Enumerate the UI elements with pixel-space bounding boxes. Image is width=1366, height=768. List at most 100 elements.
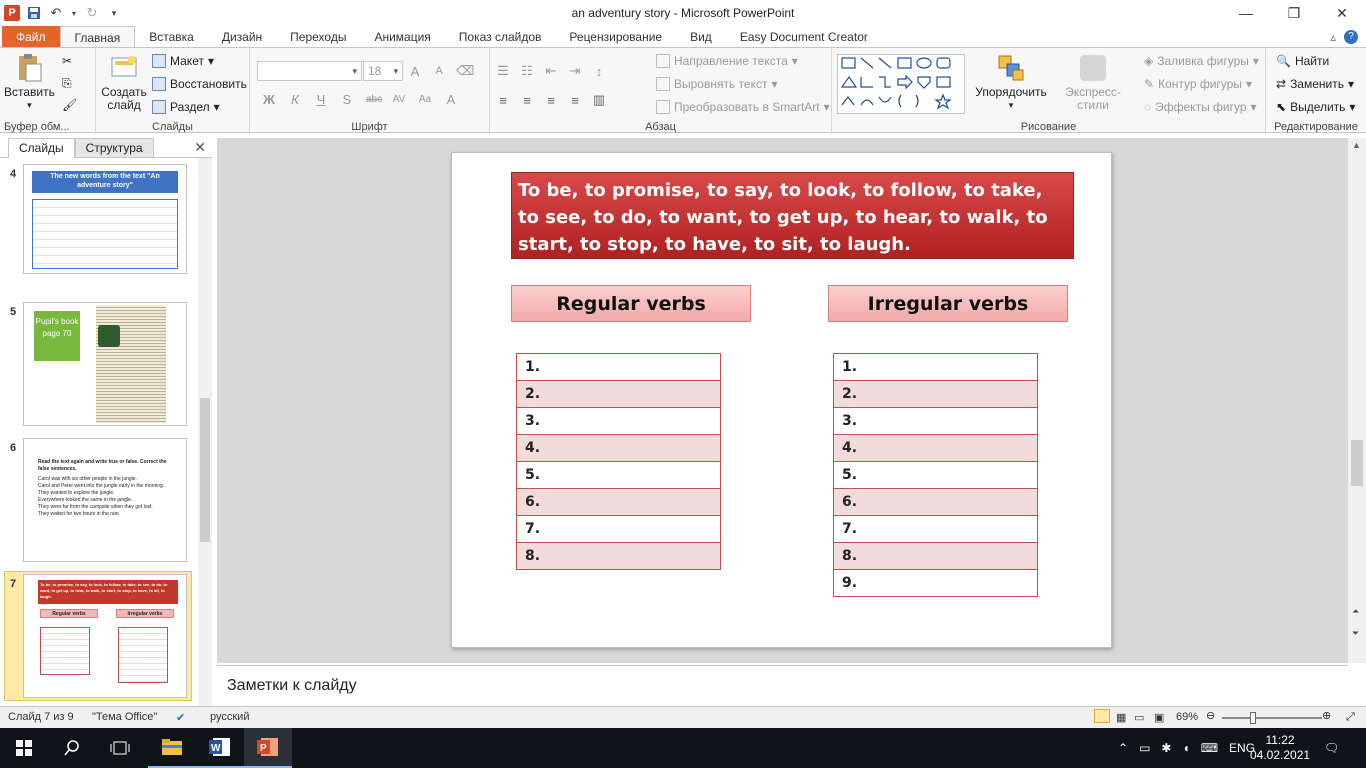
smartart-button[interactable]: Преобразовать в SmartArt ▾ bbox=[656, 100, 830, 114]
save-icon[interactable] bbox=[26, 5, 42, 21]
new-slide-button[interactable]: Создать слайд bbox=[101, 52, 147, 112]
irregular-row[interactable]: 7. bbox=[833, 515, 1038, 543]
regular-row[interactable]: 2. bbox=[516, 380, 721, 408]
zoom-slider-knob[interactable] bbox=[1250, 712, 1256, 724]
tab-review[interactable]: Рецензирование bbox=[555, 26, 676, 48]
irregular-row[interactable]: 2. bbox=[833, 380, 1038, 408]
thumbnail-slide-6[interactable]: 6 Read the text again and write true or … bbox=[0, 438, 198, 564]
font-size-combo[interactable]: 18 ▾ bbox=[363, 61, 403, 81]
spellcheck-icon[interactable]: ✔ bbox=[176, 711, 185, 724]
grow-font-icon[interactable]: A bbox=[408, 64, 422, 79]
editor-scrollbar[interactable]: ▲ ⏶ ⏷ bbox=[1348, 138, 1366, 663]
select-button[interactable]: ⬉ Выделить ▾ bbox=[1276, 100, 1355, 114]
theme-name[interactable]: "Тема Office" bbox=[92, 711, 157, 723]
regular-row[interactable]: 5. bbox=[516, 461, 721, 489]
thumbnails-scroll-thumb[interactable] bbox=[200, 398, 210, 542]
redo-icon[interactable]: ↻ bbox=[84, 5, 100, 21]
line-spacing-icon[interactable]: ↕ bbox=[592, 64, 606, 79]
font-color-icon[interactable]: A bbox=[444, 92, 458, 107]
irregular-row[interactable]: 1. bbox=[833, 353, 1038, 381]
tab-view[interactable]: Вид bbox=[676, 26, 726, 48]
bullets-icon[interactable]: ☰ bbox=[496, 63, 510, 79]
regular-row[interactable]: 7. bbox=[516, 515, 721, 543]
irregular-cell[interactable]: 6. bbox=[833, 488, 1038, 516]
align-right-icon[interactable]: ≡ bbox=[544, 93, 558, 108]
thumbnail-slide-4[interactable]: 4 The new words from the text "An advent… bbox=[0, 164, 198, 284]
network-icon[interactable]: ✱ bbox=[1161, 741, 1171, 755]
irregular-row[interactable]: 9. bbox=[833, 569, 1038, 597]
customize-qat-icon[interactable]: ▾ bbox=[106, 5, 122, 21]
irregular-cell[interactable]: 3. bbox=[833, 407, 1038, 435]
regular-cell[interactable]: 7. bbox=[516, 515, 721, 543]
regular-cell[interactable]: 8. bbox=[516, 542, 721, 570]
align-left-icon[interactable]: ≡ bbox=[496, 93, 510, 108]
close-panel-icon[interactable]: ✕ bbox=[194, 139, 206, 156]
irregular-cell[interactable]: 7. bbox=[833, 515, 1038, 543]
notes-pane[interactable]: Заметки к слайду bbox=[217, 665, 1348, 705]
tray-overflow-icon[interactable]: ⌃ bbox=[1118, 741, 1128, 755]
word-icon[interactable]: W bbox=[196, 728, 244, 768]
irregular-cell[interactable]: 4. bbox=[833, 434, 1038, 462]
clock[interactable]: 11:22 04.02.2021 bbox=[1250, 728, 1310, 768]
verbs-text-box[interactable]: To be, to promise, to say, to look, to f… bbox=[511, 172, 1074, 259]
replace-button[interactable]: ⇄ Заменить ▾ bbox=[1276, 77, 1354, 91]
layout-button[interactable]: Макет ▾ bbox=[152, 54, 214, 68]
columns-icon[interactable]: ▥ bbox=[592, 92, 606, 108]
irregular-row[interactable]: 5. bbox=[833, 461, 1038, 489]
thumbnail-slide-5[interactable]: 5 Pupil's book page 70 bbox=[0, 302, 198, 428]
irregular-cell[interactable]: 9. bbox=[833, 569, 1038, 597]
language[interactable]: русский bbox=[210, 711, 249, 723]
reset-button[interactable]: Восстановить bbox=[152, 77, 247, 91]
zoom-in-icon[interactable]: ⊕ bbox=[1322, 709, 1331, 722]
battery-icon[interactable]: ▭ bbox=[1139, 741, 1150, 755]
italic-icon[interactable]: К bbox=[288, 92, 302, 107]
powerpoint-taskbar-icon[interactable]: P bbox=[244, 728, 292, 768]
regular-row[interactable]: 3. bbox=[516, 407, 721, 435]
shapes-gallery[interactable] bbox=[837, 54, 965, 114]
regular-cell[interactable]: 3. bbox=[516, 407, 721, 435]
format-painter-icon[interactable]: 🖌 bbox=[62, 98, 77, 112]
arrange-button[interactable]: Упорядочить ▾ bbox=[975, 52, 1047, 112]
notifications-icon[interactable]: 🗨 bbox=[1324, 728, 1339, 768]
regular-cell[interactable]: 5. bbox=[516, 461, 721, 489]
regular-cell[interactable]: 2. bbox=[516, 380, 721, 408]
undo-icon[interactable]: ↶ bbox=[48, 5, 64, 21]
regular-row[interactable]: 6. bbox=[516, 488, 721, 516]
regular-cell[interactable]: 6. bbox=[516, 488, 721, 516]
align-center-icon[interactable]: ≡ bbox=[520, 93, 534, 108]
normal-view-icon[interactable] bbox=[1094, 709, 1110, 723]
find-button[interactable]: 🔍 Найти bbox=[1276, 54, 1329, 68]
tab-insert[interactable]: Вставка bbox=[135, 26, 208, 48]
undo-dropdown-icon[interactable]: ▾ bbox=[70, 5, 78, 21]
tab-file[interactable]: Файл bbox=[2, 26, 60, 48]
slide-canvas[interactable]: To be, to promise, to say, to look, to f… bbox=[451, 152, 1112, 648]
regular-cell[interactable]: 1. bbox=[516, 353, 721, 381]
irregular-cell[interactable]: 1. bbox=[833, 353, 1038, 381]
tab-animation[interactable]: Анимация bbox=[360, 26, 444, 48]
thumbnail-slide-7[interactable]: 7 To be, to promise, to say, to look, to… bbox=[0, 574, 198, 698]
reading-view-icon[interactable]: ▭ bbox=[1134, 711, 1144, 724]
char-spacing-icon[interactable]: AV bbox=[392, 94, 406, 105]
zoom-level[interactable]: 69% bbox=[1176, 711, 1198, 723]
windows-start-icon[interactable] bbox=[0, 728, 48, 768]
strikethrough-icon[interactable]: abc bbox=[366, 94, 382, 105]
shape-fill-button[interactable]: ◈ Заливка фигуры ▾ bbox=[1144, 54, 1259, 68]
search-icon[interactable] bbox=[48, 728, 96, 768]
tab-slides[interactable]: Слайды bbox=[8, 137, 75, 158]
tab-transitions[interactable]: Переходы bbox=[276, 26, 360, 48]
copy-icon[interactable]: ⎘ bbox=[62, 76, 72, 91]
tab-easy-document-creator[interactable]: Easy Document Creator bbox=[726, 26, 882, 48]
regular-verbs-header[interactable]: Regular verbs bbox=[511, 285, 751, 322]
irregular-verbs-table[interactable]: 1. 2. 3. 4. 5. 6. 7. 8. 9. bbox=[833, 353, 1038, 597]
irregular-cell[interactable]: 2. bbox=[833, 380, 1038, 408]
powerpoint-logo-icon[interactable]: P bbox=[4, 5, 20, 21]
tab-home[interactable]: Главная bbox=[59, 26, 136, 48]
zoom-out-icon[interactable]: ⊖ bbox=[1206, 709, 1215, 722]
quick-styles-button[interactable]: Экспресс-стили bbox=[1050, 52, 1136, 112]
regular-row[interactable]: 4. bbox=[516, 434, 721, 462]
regular-row[interactable]: 8. bbox=[516, 542, 721, 570]
scroll-up-icon[interactable]: ▲ bbox=[1352, 140, 1361, 150]
irregular-row[interactable]: 8. bbox=[833, 542, 1038, 570]
regular-row[interactable]: 1. bbox=[516, 353, 721, 381]
decrease-indent-icon[interactable]: ⇤ bbox=[544, 63, 558, 79]
